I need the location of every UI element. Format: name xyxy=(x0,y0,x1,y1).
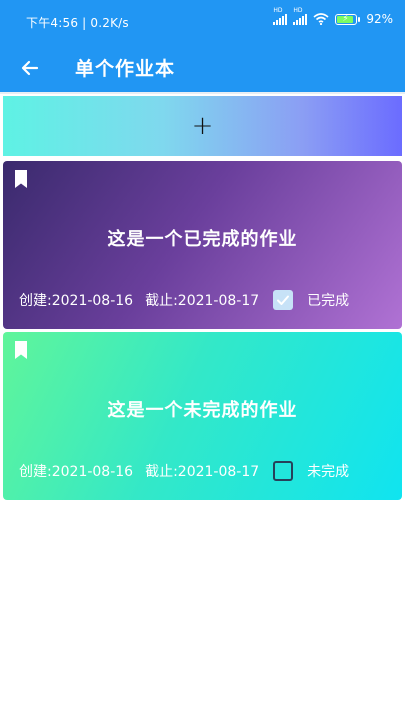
app-bar-divider xyxy=(0,92,405,94)
wifi-icon xyxy=(313,13,329,25)
status-label: 未完成 xyxy=(307,464,350,480)
deadline-date: 截止:2021-08-17 xyxy=(145,464,260,480)
battery-icon: ⚡ xyxy=(335,13,361,25)
homework-meta: 创建:2021-08-16 截止:2021-08-17 已完成 xyxy=(19,290,388,310)
hd-label: HD xyxy=(273,7,283,14)
status-time-speed: 下午4:56 | 0.2K/s xyxy=(26,16,129,30)
homework-card-completed[interactable]: 这是一个已完成的作业 创建:2021-08-16 截止:2021-08-17 已… xyxy=(3,161,402,329)
add-homework-button[interactable]: + xyxy=(3,96,402,156)
check-icon xyxy=(277,295,290,305)
page-title: 单个作业本 xyxy=(75,58,176,80)
deadline-date: 截止:2021-08-17 xyxy=(145,293,260,309)
signal-icon-2: HD xyxy=(293,8,308,25)
plus-icon: + xyxy=(191,111,214,141)
created-date: 创建:2021-08-16 xyxy=(19,293,134,309)
homework-card-incomplete[interactable]: 这是一个未完成的作业 创建:2021-08-16 截止:2021-08-17 未… xyxy=(3,332,402,500)
status-bar: 下午4:56 | 0.2K/s HD HD ⚡ 92% xyxy=(0,0,405,44)
homework-title: 这是一个已完成的作业 xyxy=(107,229,298,250)
bookmark-icon[interactable] xyxy=(14,170,28,188)
signal-icon: HD xyxy=(273,8,288,25)
completion-checkbox[interactable] xyxy=(273,461,294,481)
homework-meta: 创建:2021-08-16 截止:2021-08-17 未完成 xyxy=(19,461,388,481)
status-icons: HD HD ⚡ 92% xyxy=(273,8,393,26)
hd-label-2: HD xyxy=(293,7,303,14)
app-bar: 单个作业本 xyxy=(0,44,405,92)
bookmark-icon[interactable] xyxy=(14,341,28,359)
homework-title: 这是一个未完成的作业 xyxy=(107,400,298,421)
completion-checkbox[interactable] xyxy=(273,290,294,310)
battery-percent: 92% xyxy=(366,12,393,26)
arrow-back-icon[interactable] xyxy=(16,54,44,82)
created-date: 创建:2021-08-16 xyxy=(19,464,134,480)
status-label: 已完成 xyxy=(307,293,350,309)
